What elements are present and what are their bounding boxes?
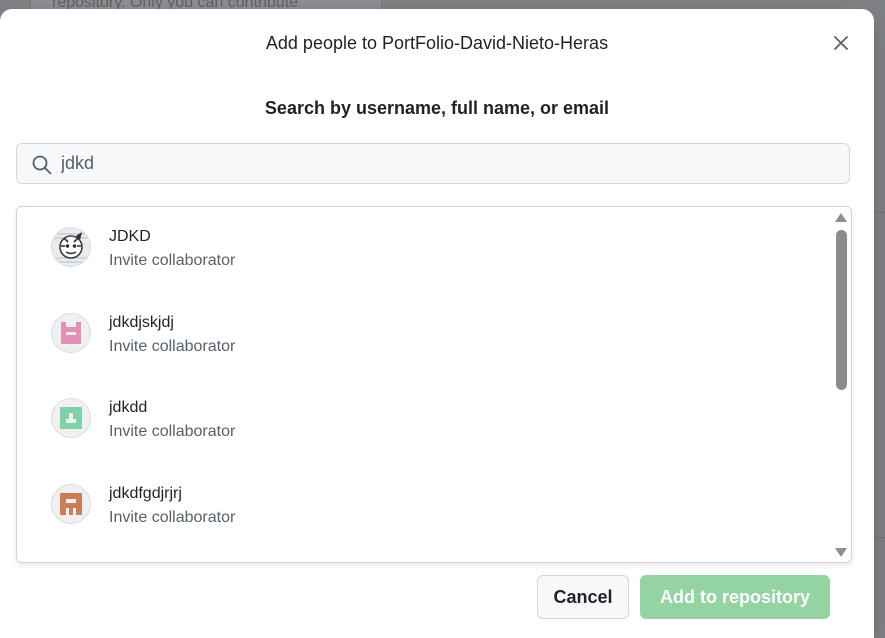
result-username: JDKD [109, 228, 151, 245]
search-results-list: JDKD Invite collaborator jdkdjskjdj Invi… [16, 206, 852, 563]
add-to-repository-button[interactable]: Add to repository [640, 575, 830, 619]
avatar [51, 398, 91, 438]
close-button[interactable] [826, 29, 856, 57]
identicon-brown-icon [52, 485, 90, 523]
cancel-button[interactable]: Cancel [537, 575, 629, 619]
photo-avatar-icon [52, 228, 90, 266]
search-input[interactable] [61, 144, 841, 183]
result-item-jdkdd[interactable]: jdkdd Invite collaborator [17, 378, 832, 462]
result-subtitle: Invite collaborator [109, 338, 236, 355]
result-item-jdkdfgdjrjrj[interactable]: jdkdfgdjrjrj Invite collaborator [17, 464, 832, 548]
result-username: jdkdd [109, 399, 148, 416]
identicon-pink-icon [52, 314, 90, 352]
search-box[interactable] [16, 143, 850, 184]
result-item-jdkd[interactable]: JDKD Invite collaborator [17, 207, 832, 291]
dialog-title: Add people to PortFolio-David-Nieto-Hera… [265, 33, 609, 53]
result-subtitle: Invite collaborator [109, 423, 236, 440]
scroll-thumb[interactable] [836, 230, 847, 390]
search-icon [32, 155, 52, 175]
result-subtitle: Invite collaborator [109, 252, 236, 269]
search-label: Search by username, full name, or email [264, 98, 610, 118]
results-scrollbar[interactable] [832, 207, 851, 562]
scroll-down-arrow-icon[interactable] [835, 548, 847, 557]
result-subtitle: Invite collaborator [109, 509, 236, 526]
avatar [51, 227, 91, 267]
add-people-dialog: Add people to PortFolio-David-Nieto-Hera… [0, 9, 874, 638]
close-icon [834, 36, 848, 50]
scroll-up-arrow-icon[interactable] [835, 213, 847, 222]
identicon-green-icon [52, 399, 90, 437]
result-username: jdkdfgdjrjrj [109, 485, 182, 502]
result-username: jdkdjskjdj [109, 314, 174, 331]
avatar [51, 484, 91, 524]
result-item-jdkdjskjdj[interactable]: jdkdjskjdj Invite collaborator [17, 293, 832, 377]
avatar [51, 313, 91, 353]
